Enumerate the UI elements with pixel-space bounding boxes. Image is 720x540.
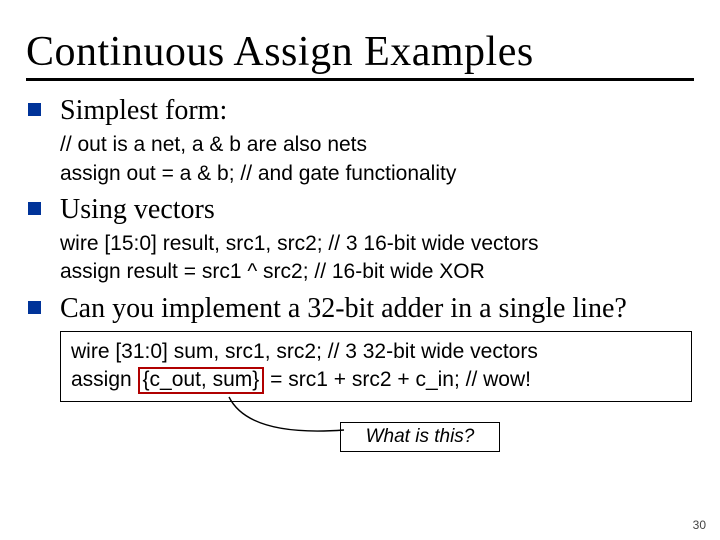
bullet-vectors: Using vectors wire [15:0] result, src1, …	[26, 194, 694, 287]
code-box: wire [31:0] sum, src1, src2; // 3 32-bit…	[60, 331, 692, 402]
code-block: wire [15:0] result, src1, src2; // 3 16-…	[60, 230, 694, 287]
title-rule	[26, 78, 694, 81]
bullet-adder: Can you implement a 32-bit adder in a si…	[26, 293, 694, 452]
code-line: // out is a net, a & b are also nets	[60, 131, 694, 159]
code-line: assign result = src1 ^ src2; // 16-bit w…	[60, 258, 694, 286]
bullet-list: Simplest form: // out is a net, a & b ar…	[26, 95, 694, 452]
page-number: 30	[693, 518, 706, 532]
code-text: = src1 + src2 + c_in; // wow!	[264, 368, 531, 391]
slide: Continuous Assign Examples Simplest form…	[0, 0, 720, 540]
code-line: assign out = a & b; // and gate function…	[60, 160, 694, 188]
code-line: assign {c_out, sum} = src1 + src2 + c_in…	[71, 366, 681, 394]
code-line: wire [31:0] sum, src1, src2; // 3 32-bit…	[71, 338, 681, 366]
connector-line	[224, 392, 374, 452]
bullet-simplest: Simplest form: // out is a net, a & b ar…	[26, 95, 694, 188]
code-line: wire [15:0] result, src1, src2; // 3 16-…	[60, 230, 694, 258]
bullet-head: Can you implement a 32-bit adder in a si…	[60, 293, 694, 325]
code-block: // out is a net, a & b are also nets ass…	[60, 131, 694, 188]
slide-title: Continuous Assign Examples	[26, 28, 694, 76]
bullet-head: Simplest form:	[60, 95, 694, 127]
code-text: assign	[71, 368, 138, 391]
highlight-box: {c_out, sum}	[138, 367, 265, 394]
callout-wrap: What is this?	[340, 422, 500, 452]
bullet-head: Using vectors	[60, 194, 694, 226]
